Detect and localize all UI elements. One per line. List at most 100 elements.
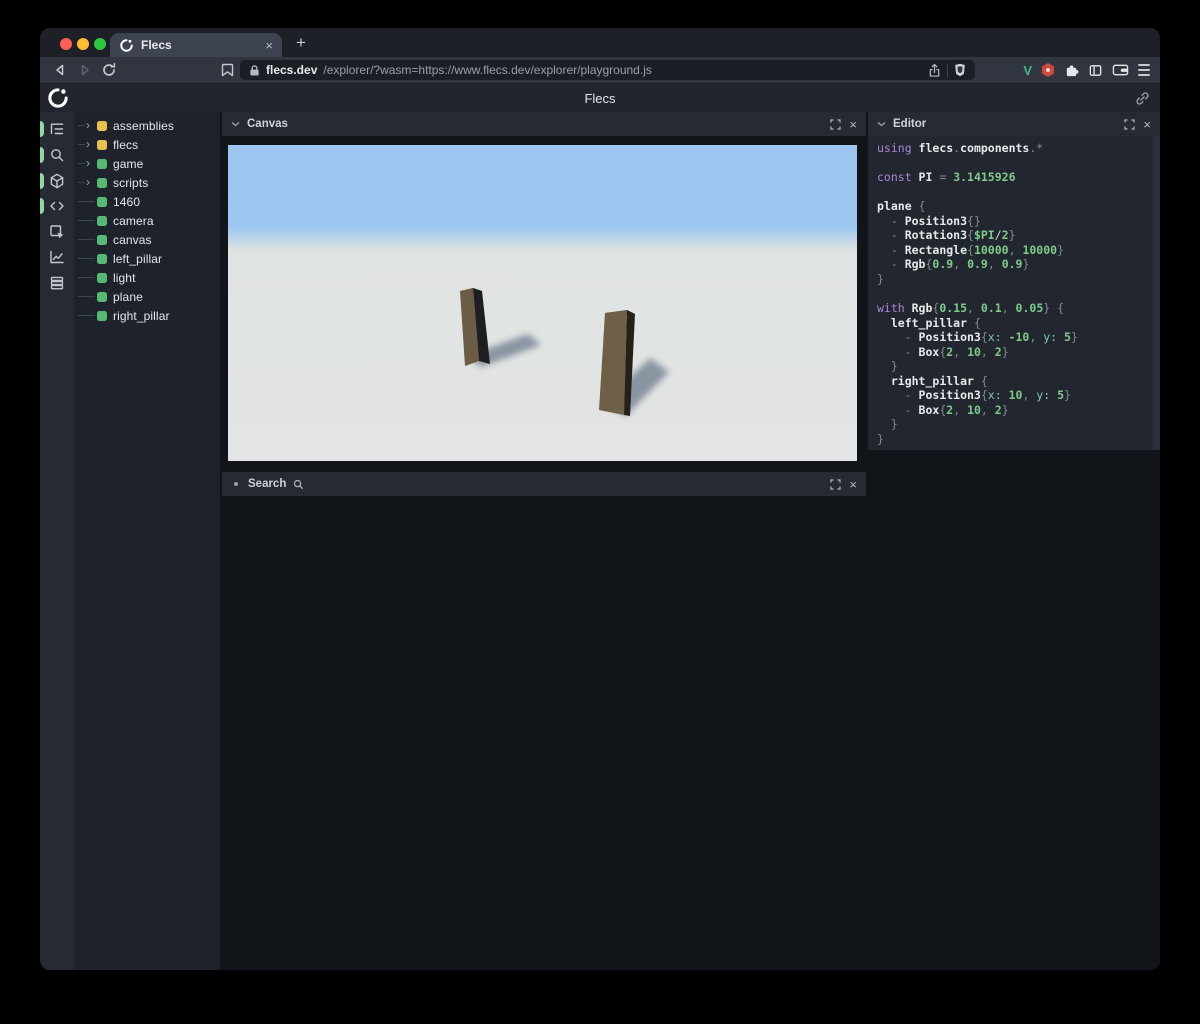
- tree-item-label: right_pillar: [113, 308, 170, 323]
- url-path: /explorer/?wasm=https://www.flecs.dev/ex…: [323, 63, 652, 77]
- code-line: using flecs.components.*: [877, 141, 1044, 155]
- adblock-icon[interactable]: [1041, 63, 1055, 77]
- window-maximize-button[interactable]: [94, 38, 106, 50]
- tree-guide: [78, 201, 95, 202]
- active-indicator: [40, 121, 44, 137]
- search-icon: [51, 149, 64, 162]
- tree-item-plane[interactable]: plane: [74, 287, 220, 306]
- vue-devtools-icon[interactable]: V: [1023, 63, 1032, 78]
- tree-item-flecs[interactable]: › flecs: [74, 135, 220, 154]
- close-panel-button[interactable]: ×: [849, 478, 857, 491]
- sidebar-item-queries[interactable]: [40, 271, 74, 295]
- fullscreen-button[interactable]: [1124, 118, 1136, 130]
- url-bar[interactable]: flecs.dev /explorer/?wasm=https://www.fl…: [240, 60, 975, 80]
- sidebar-item-editor[interactable]: [40, 194, 74, 218]
- browser-toolbar: flecs.dev /explorer/?wasm=https://www.fl…: [40, 57, 1160, 83]
- entity-color-square: [97, 291, 107, 302]
- close-panel-button[interactable]: ×: [1143, 118, 1151, 131]
- wallet-icon[interactable]: [1112, 63, 1129, 77]
- collapse-chevron-icon[interactable]: [877, 121, 886, 127]
- code-editor[interactable]: using flecs.components.* const PI = 3.14…: [868, 136, 1160, 450]
- tree-item-label: game: [113, 156, 144, 171]
- code-content: using flecs.components.* const PI = 3.14…: [877, 141, 1160, 446]
- lock-icon: [249, 64, 260, 77]
- tree-item-label: left_pillar: [113, 251, 163, 266]
- active-indicator: [40, 173, 44, 189]
- tree-guide: [78, 144, 85, 145]
- search-panel-header: Search ×: [222, 472, 866, 496]
- entity-color-square: [97, 253, 107, 264]
- expand-chevron-icon[interactable]: ›: [86, 138, 95, 150]
- close-panel-button[interactable]: ×: [849, 118, 857, 131]
- sidebar-item-stats[interactable]: [40, 245, 74, 269]
- entity-color-square: [97, 272, 107, 283]
- browser-tab-flecs[interactable]: Flecs ×: [110, 33, 282, 57]
- sidebar-item-inspector[interactable]: [40, 169, 74, 193]
- tree-item-label: camera: [113, 213, 154, 228]
- tree-item-assemblies[interactable]: › assemblies: [74, 116, 220, 135]
- entity-color-square: [97, 196, 107, 207]
- editor-scrollbar[interactable]: [1153, 136, 1160, 450]
- tree-guide: [78, 220, 95, 221]
- code-line: }: [877, 417, 898, 432]
- tree-guide: [78, 277, 95, 278]
- code-line: - Position3{x: -10, y: 5}: [877, 330, 1078, 345]
- search-icon: [293, 479, 304, 490]
- window-close-button[interactable]: [60, 38, 72, 50]
- reload-button[interactable]: [101, 62, 117, 78]
- extensions-icon[interactable]: [1064, 63, 1079, 78]
- tree-item-label: scripts: [113, 175, 149, 190]
- window-minimize-button[interactable]: [77, 38, 89, 50]
- panel-title-canvas: Canvas: [247, 118, 288, 130]
- share-link-icon[interactable]: [1135, 91, 1150, 111]
- chart-icon: [50, 250, 64, 264]
- tab-title: Flecs: [141, 38, 172, 52]
- flecs-logo[interactable]: [47, 87, 69, 114]
- code-line: - Rectangle{10000, 10000}: [877, 242, 1064, 257]
- back-button[interactable]: [52, 62, 68, 78]
- expand-chevron-icon[interactable]: ›: [86, 157, 95, 169]
- collapsed-indicator-icon[interactable]: [234, 482, 238, 486]
- share-icon[interactable]: [928, 63, 941, 78]
- tree-item-light[interactable]: light: [74, 268, 220, 287]
- menu-button[interactable]: [1138, 64, 1150, 76]
- fullscreen-button[interactable]: [830, 478, 842, 490]
- tree-item-right_pillar[interactable]: right_pillar: [74, 306, 220, 325]
- expand-chevron-icon[interactable]: ›: [86, 176, 95, 188]
- tab-close-icon[interactable]: ×: [265, 39, 273, 52]
- code-line: right_pillar {: [890, 373, 988, 388]
- code-line: const PI = 3.1415926: [877, 170, 1016, 185]
- code-line: left_pillar {: [890, 315, 981, 330]
- tree-guide: [78, 125, 85, 126]
- tree-guide: [78, 315, 95, 316]
- tree-item-canvas[interactable]: canvas: [74, 230, 220, 249]
- tree-item-left_pillar[interactable]: left_pillar: [74, 249, 220, 268]
- canvas-panel-header: Canvas ×: [222, 112, 866, 136]
- sidebar-item-entities[interactable]: [40, 117, 74, 141]
- brave-shield-icon[interactable]: [954, 63, 966, 77]
- new-tab-button[interactable]: +: [290, 32, 312, 54]
- sidebar-item-search[interactable]: [40, 143, 74, 167]
- collapse-chevron-icon[interactable]: [231, 121, 240, 127]
- tree-item-1460[interactable]: 1460: [74, 192, 220, 211]
- tree-item-scripts[interactable]: › scripts: [74, 173, 220, 192]
- code-line: - Box{2, 10, 2}: [877, 344, 1009, 359]
- sidebar-item-picker[interactable]: [40, 220, 74, 244]
- bookmark-icon[interactable]: [221, 63, 237, 79]
- forward-button[interactable]: [77, 62, 93, 78]
- right-pillar: [599, 310, 635, 416]
- code-line: }: [877, 271, 884, 286]
- entity-color-square: [97, 120, 107, 131]
- expand-chevron-icon[interactable]: ›: [86, 119, 95, 131]
- page-title: Flecs: [584, 91, 616, 106]
- code-line: }: [877, 359, 898, 374]
- tree-item-label: canvas: [113, 232, 152, 247]
- sidebar-toggle-icon[interactable]: [1088, 63, 1103, 78]
- tree-item-label: assemblies: [113, 118, 175, 133]
- tree-item-game[interactable]: › game: [74, 154, 220, 173]
- tree-guide: [78, 163, 85, 164]
- canvas-viewport[interactable]: [228, 145, 857, 461]
- fullscreen-button[interactable]: [830, 118, 842, 130]
- tree-item-camera[interactable]: camera: [74, 211, 220, 230]
